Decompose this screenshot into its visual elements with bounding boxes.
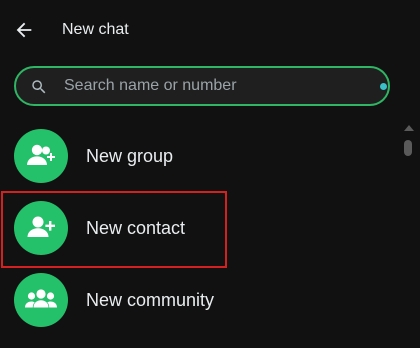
new-contact-avatar (14, 201, 68, 255)
page-title: New chat (62, 21, 129, 38)
new-chat-panel: New chat New group New con (0, 0, 420, 348)
scrollbar-up-arrow[interactable] (404, 125, 414, 131)
new-group-avatar (14, 129, 68, 183)
group-add-icon (27, 144, 55, 165)
search-icon (32, 80, 46, 94)
status-dot (380, 83, 387, 90)
new-community-item[interactable]: New community (0, 265, 396, 335)
scrollbar-thumb[interactable] (404, 140, 412, 156)
new-community-label: New community (86, 290, 215, 310)
back-button[interactable] (10, 16, 38, 44)
arrow-left-icon (16, 22, 32, 38)
search-box[interactable] (14, 66, 390, 106)
new-group-item[interactable]: New group (0, 121, 396, 191)
new-contact-item[interactable]: New contact (0, 193, 396, 263)
search-input[interactable] (64, 75, 364, 97)
person-add-icon (27, 216, 55, 237)
community-icon (25, 289, 57, 308)
new-contact-label: New contact (86, 218, 186, 238)
header: New chat (0, 0, 420, 60)
new-group-label: New group (86, 146, 174, 166)
new-community-avatar (14, 273, 68, 327)
